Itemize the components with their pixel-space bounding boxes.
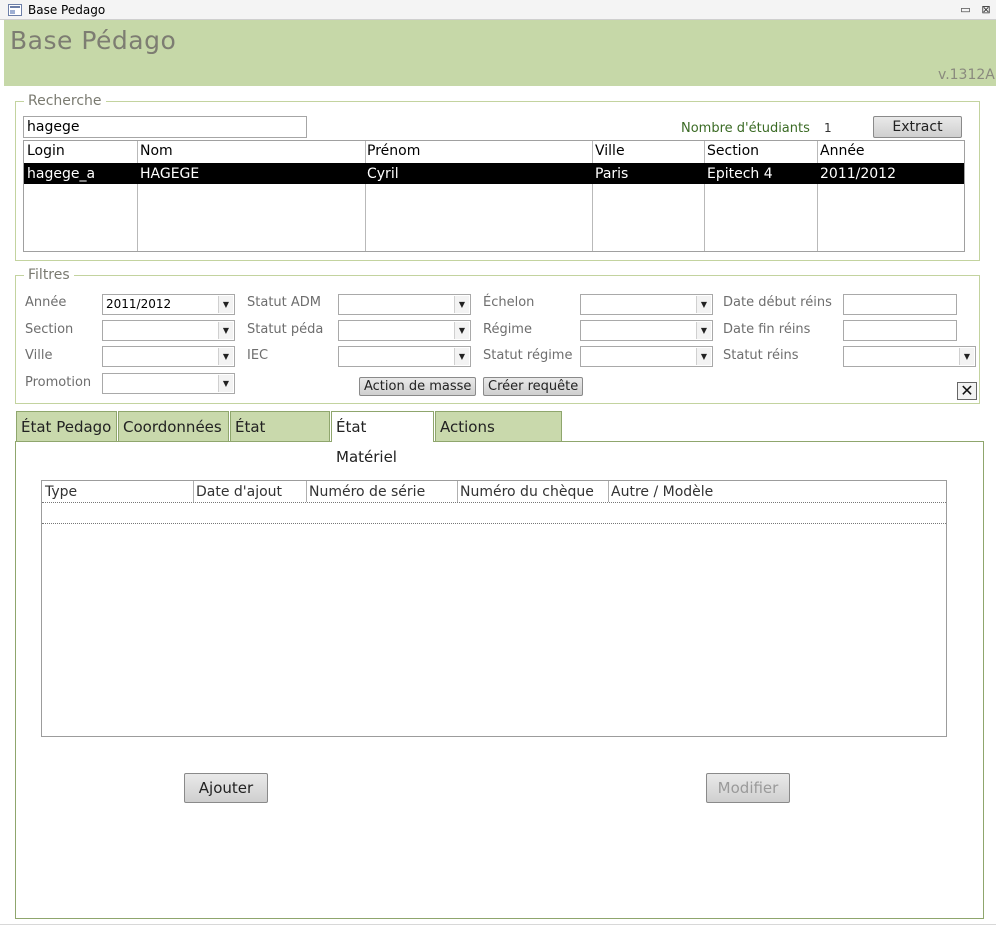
window-title-bar[interactable]: [0, 0, 996, 20]
chevron-down-icon[interactable]: ▼: [696, 296, 711, 313]
filter-annee-value: 2011/2012: [106, 297, 172, 311]
cell-annee[interactable]: 2011/2012: [820, 166, 896, 182]
filter-echelon-combo[interactable]: ▼: [580, 294, 713, 315]
window-title: Base Pedago: [28, 3, 106, 17]
filter-statut-regime-label: Statut régime: [483, 348, 573, 363]
filter-regime-label: Régime: [483, 322, 532, 337]
chevron-down-icon[interactable]: ▼: [696, 348, 711, 365]
filter-iec-label: IEC: [247, 348, 269, 363]
tab-actions-etudiant[interactable]: Actions Étudiant: [435, 411, 562, 466]
chevron-down-icon[interactable]: ▼: [218, 322, 233, 339]
filter-statut-peda-label: Statut péda: [247, 322, 324, 337]
chevron-down-icon[interactable]: ▼: [454, 348, 469, 365]
chevron-down-icon[interactable]: ▼: [696, 322, 711, 339]
extract-button[interactable]: Extract: [873, 116, 962, 138]
filter-iec-combo[interactable]: ▼: [338, 346, 471, 367]
filter-statut-reins-label: Statut réins: [723, 348, 799, 363]
filter-date-fin-input[interactable]: [843, 320, 957, 341]
tab-etat-finance[interactable]: État Finance: [230, 411, 330, 466]
add-button[interactable]: Ajouter: [184, 773, 268, 803]
material-table[interactable]: Type Date d'ajout Numéro de série Numéro…: [41, 480, 947, 737]
create-query-button[interactable]: Créer requête: [483, 377, 584, 396]
cell-nom[interactable]: HAGEGE: [140, 166, 199, 182]
filter-date-fin-label: Date fin réins: [723, 322, 811, 337]
student-count-value: 1: [824, 121, 832, 135]
results-header-nom[interactable]: Nom: [140, 143, 173, 159]
material-header-cheque[interactable]: Numéro du chèque: [460, 484, 594, 500]
material-header-serie[interactable]: Numéro de série: [309, 484, 425, 500]
chevron-down-icon[interactable]: ▼: [959, 348, 974, 365]
window-bottom-edge: [0, 924, 996, 929]
filter-statut-adm-label: Statut ADM: [247, 295, 322, 310]
filter-ville-label: Ville: [25, 348, 53, 363]
results-header-prenom[interactable]: Prénom: [367, 143, 420, 159]
search-group-legend: Recherche: [24, 93, 106, 109]
filter-statut-reins-combo[interactable]: ▼: [843, 346, 976, 367]
filter-promotion-label: Promotion: [25, 375, 92, 390]
material-header-date[interactable]: Date d'ajout: [196, 484, 282, 500]
filter-ville-combo[interactable]: ▼: [102, 346, 235, 367]
clear-filters-close-icon[interactable]: ✕: [957, 382, 977, 400]
filter-annee-label: Année: [25, 295, 67, 310]
filter-date-debut-label: Date début réins: [723, 295, 832, 310]
mass-action-button[interactable]: Action de masse: [359, 377, 477, 396]
results-header-login[interactable]: Login: [27, 143, 65, 159]
filter-echelon-label: Échelon: [483, 295, 535, 310]
filter-annee-combo[interactable]: 2011/2012 ▼: [102, 294, 235, 315]
results-table[interactable]: Login Nom Prénom Ville Section Année hag…: [23, 140, 965, 252]
minimize-icon[interactable]: ▭: [960, 4, 971, 16]
tab-etat-pedago[interactable]: État Pedago: [16, 411, 117, 441]
material-header-modele[interactable]: Autre / Modèle: [611, 484, 713, 500]
app-title: Base Pédago: [10, 26, 177, 55]
cell-section[interactable]: Epitech 4: [707, 166, 773, 182]
filters-group-legend: Filtres: [24, 267, 74, 283]
chevron-down-icon[interactable]: ▼: [218, 348, 233, 365]
student-count-label: Nombre d'étudiants: [681, 121, 810, 136]
filter-regime-combo[interactable]: ▼: [580, 320, 713, 341]
cell-ville[interactable]: Paris: [595, 166, 628, 182]
filter-statut-regime-combo[interactable]: ▼: [580, 346, 713, 367]
edit-button[interactable]: Modifier: [706, 773, 790, 803]
chevron-down-icon[interactable]: ▼: [454, 322, 469, 339]
results-header-section[interactable]: Section: [707, 143, 759, 159]
results-header-annee[interactable]: Année: [820, 143, 865, 159]
material-header-type[interactable]: Type: [45, 484, 77, 500]
filter-promotion-combo[interactable]: ▼: [102, 373, 235, 394]
filter-statut-peda-combo[interactable]: ▼: [338, 320, 471, 341]
cell-prenom[interactable]: Cyril: [367, 166, 399, 182]
chevron-down-icon[interactable]: ▼: [218, 296, 233, 313]
tab-etat-materiel[interactable]: État Matériel: [331, 411, 434, 466]
chevron-down-icon[interactable]: ▼: [454, 296, 469, 313]
filter-section-combo[interactable]: ▼: [102, 320, 235, 341]
chevron-down-icon[interactable]: ▼: [218, 375, 233, 392]
version-label: v.1312A: [938, 67, 995, 83]
close-window-icon[interactable]: ⊠: [980, 4, 992, 16]
tab-coordonnees[interactable]: Coordonnées: [118, 411, 229, 441]
material-empty-row[interactable]: [42, 502, 946, 524]
form-window-icon: [8, 4, 22, 16]
search-input[interactable]: [23, 116, 307, 138]
cell-login[interactable]: hagege_a: [27, 166, 95, 182]
filter-statut-adm-combo[interactable]: ▼: [338, 294, 471, 315]
filter-date-debut-input[interactable]: [843, 294, 957, 315]
filter-section-label: Section: [25, 322, 74, 337]
results-header-ville[interactable]: Ville: [595, 143, 625, 159]
